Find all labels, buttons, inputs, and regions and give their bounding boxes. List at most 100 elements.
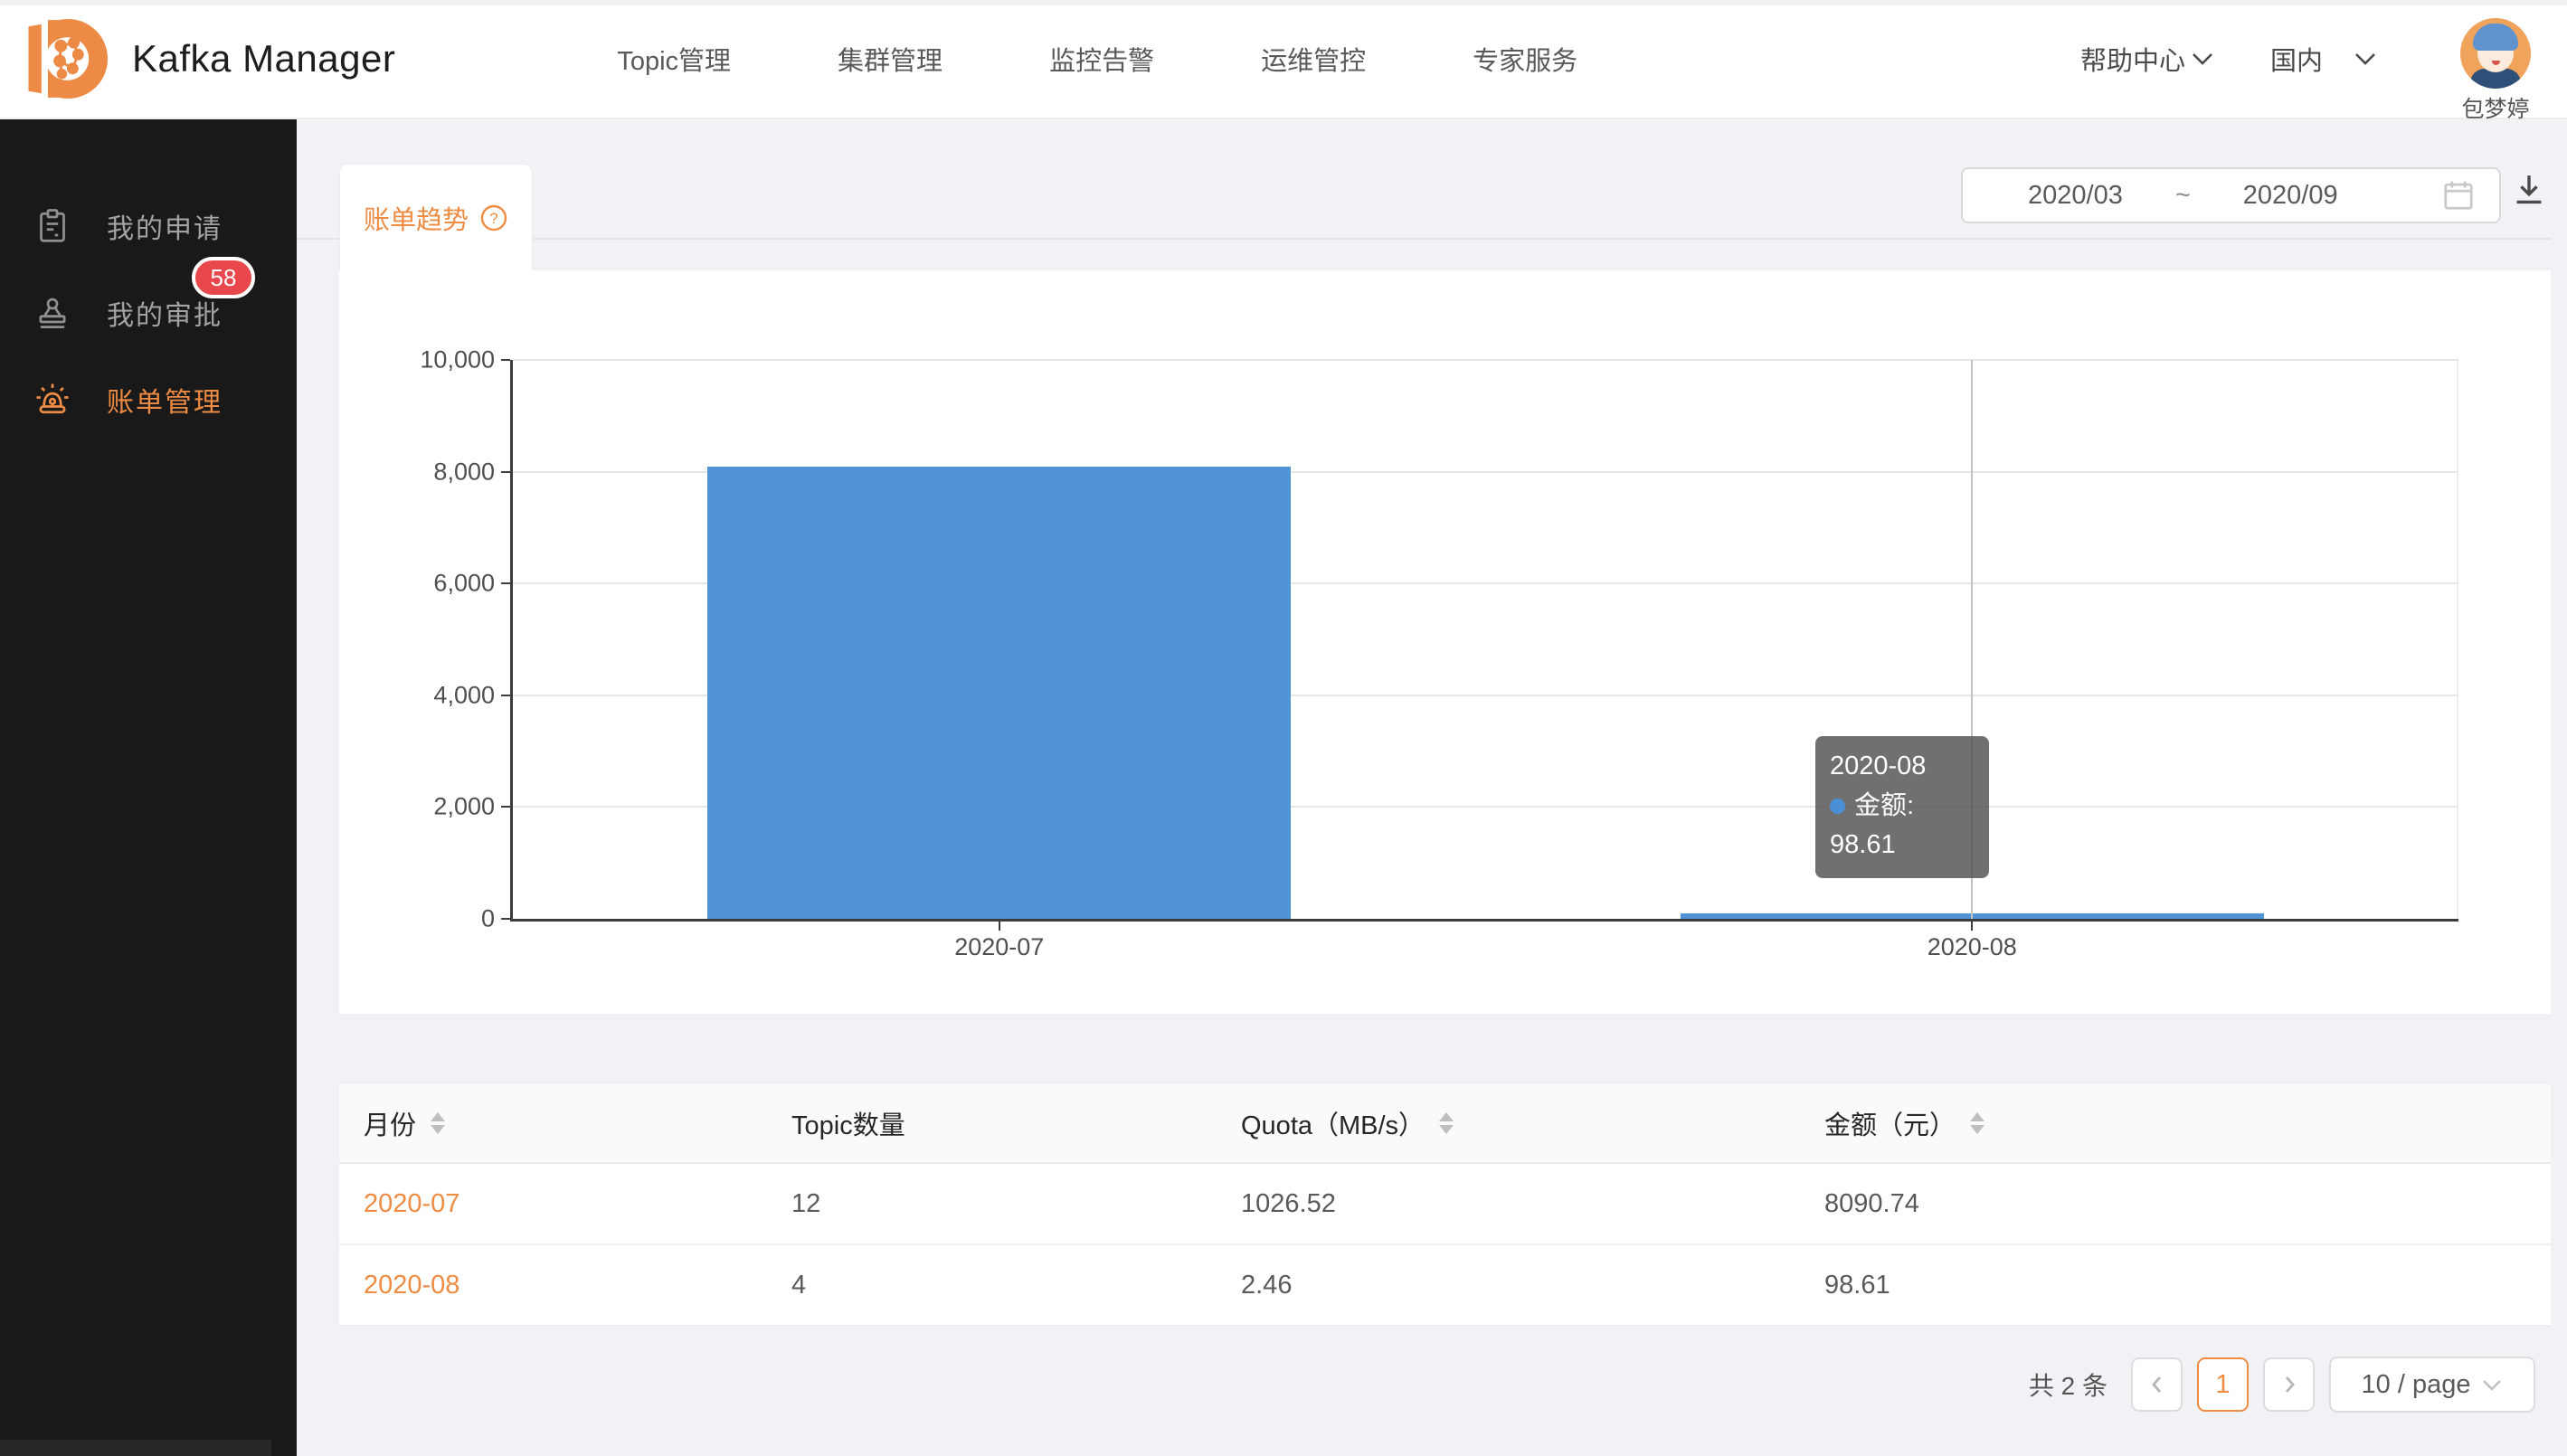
clipboard-icon	[34, 208, 71, 244]
column-header-label: Topic数量	[791, 1104, 905, 1142]
y-axis-tick	[501, 359, 510, 361]
app-header: Kafka Manager Topic管理 集群管理 监控告警 运维管控 专家服…	[0, 0, 2567, 119]
main-content: 账单趋势 ? 2020/03 ~ 2020/09 02,0004,0006,00…	[297, 119, 2567, 1456]
top-edge-strip	[0, 0, 2567, 5]
alarm-icon	[34, 382, 71, 418]
total-count-label: 共 2 条	[2029, 1366, 2108, 1403]
table-cell: 4	[767, 1271, 1217, 1300]
table-row: 2020-0842.4698.61	[339, 1245, 2551, 1327]
help-circle-icon[interactable]: ?	[479, 203, 508, 232]
billing-trend-chart-card: 02,0004,0006,0008,00010,0002020-072020-0…	[339, 270, 2551, 1014]
table-cell: 98.61	[1800, 1271, 2551, 1300]
y-axis-tick-label: 6,000	[433, 570, 495, 598]
chart-tooltip: 2020-08 金额: 98.61	[1815, 736, 1989, 878]
series-dot-icon	[1830, 799, 1845, 814]
stamp-icon	[34, 295, 71, 331]
header-right-cluster: 帮助中心 国内 包梦婷	[2080, 0, 2531, 124]
table-body: 2020-07121026.528090.74 2020-0842.4698.61	[339, 1164, 2551, 1327]
column-header-2[interactable]: Quota（MB/s）	[1217, 1104, 1800, 1142]
download-icon[interactable]	[2509, 170, 2549, 210]
tooltip-value-line: 金额: 98.61	[1830, 787, 1971, 865]
date-end-value[interactable]: 2020/09	[2243, 181, 2338, 211]
calendar-icon	[2441, 178, 2476, 213]
y-gridline	[513, 359, 2458, 361]
table-cell: 12	[767, 1189, 1217, 1219]
tab-billing-trend[interactable]: 账单趋势 ?	[339, 164, 533, 270]
help-center-menu[interactable]: 帮助中心	[2080, 40, 2214, 78]
page-number-button[interactable]: 1	[2197, 1357, 2249, 1412]
avatar[interactable]	[2460, 18, 2531, 89]
y-axis-tick-label: 4,000	[433, 681, 495, 709]
nav-expert-service[interactable]: 专家服务	[1473, 40, 1577, 78]
sidebar-item-my-applications[interactable]: 我的申请	[0, 183, 297, 269]
page-size-select[interactable]: 10 / page	[2329, 1357, 2535, 1413]
sort-carets-icon[interactable]	[1970, 1112, 1984, 1134]
y-axis-tick-label: 8,000	[433, 458, 495, 486]
sidebar-item-my-approvals[interactable]: 我的审批 58	[0, 269, 297, 356]
main-nav: Topic管理 集群管理 监控告警 运维管控 专家服务	[617, 40, 1577, 78]
help-center-label: 帮助中心	[2080, 40, 2185, 78]
sidebar-item-label: 账单管理	[107, 380, 223, 420]
column-header-label: 月份	[364, 1104, 416, 1142]
table-cell: 1026.52	[1217, 1189, 1800, 1219]
y-axis-tick	[501, 695, 510, 696]
y-axis-tick	[501, 918, 510, 920]
user-profile[interactable]: 包梦婷	[2460, 18, 2531, 124]
y-axis-tick	[501, 806, 510, 808]
sidebar: 我的申请 我的审批 58 账单管理	[0, 119, 297, 1456]
x-axis-tick	[1971, 922, 1973, 931]
nav-ops-control[interactable]: 运维管控	[1261, 40, 1366, 78]
chevron-left-icon	[2147, 1373, 2167, 1396]
app-title: Kafka Manager	[132, 37, 395, 80]
svg-text:?: ?	[489, 210, 497, 227]
y-axis-tick-label: 10,000	[420, 346, 495, 374]
date-range-separator: ~	[2175, 181, 2191, 211]
table-cell: 8090.74	[1800, 1189, 2551, 1219]
sidebar-item-label: 我的申请	[107, 206, 223, 246]
nav-monitor-alert[interactable]: 监控告警	[1049, 40, 1154, 78]
chevron-down-icon	[2481, 1378, 2503, 1392]
column-header-3[interactable]: 金额（元）	[1800, 1104, 2551, 1142]
bar-chart-plot-area[interactable]: 02,0004,0006,0008,00010,0002020-072020-0…	[513, 360, 2458, 919]
sort-carets-icon[interactable]	[431, 1112, 445, 1134]
nav-cluster-management[interactable]: 集群管理	[838, 40, 942, 78]
nav-topic-management[interactable]: Topic管理	[617, 40, 731, 78]
chevron-down-icon	[2354, 52, 2377, 66]
table-cell: 2.46	[1217, 1271, 1800, 1300]
billing-table-card: 月份 Topic数量 Quota（MB/s） 金额（元） 2020-07121026.…	[339, 1084, 2551, 1327]
x-axis-tick-label: 2020-08	[1928, 933, 2017, 961]
column-header-label: 金额（元）	[1824, 1104, 1956, 1142]
column-header-label: Quota（MB/s）	[1241, 1104, 1425, 1142]
page-size-value: 10 / page	[2362, 1370, 2471, 1400]
tooltip-title: 2020-08	[1830, 747, 1971, 787]
next-page-button[interactable]	[2263, 1357, 2315, 1412]
table-header-row: 月份 Topic数量 Quota（MB/s） 金额（元）	[339, 1084, 2551, 1164]
y-axis-tick-label: 2,000	[433, 793, 495, 821]
y-axis-tick-label: 0	[481, 905, 495, 933]
date-range-picker[interactable]: 2020/03 ~ 2020/09	[1961, 167, 2501, 223]
user-name: 包梦婷	[2461, 91, 2529, 124]
month-link-cell[interactable]: 2020-08	[339, 1271, 767, 1300]
chevron-right-icon	[2279, 1373, 2299, 1396]
chevron-down-icon	[2191, 52, 2214, 66]
y-axis-line	[510, 360, 513, 919]
chart-bar[interactable]	[707, 467, 1291, 919]
month-link-cell[interactable]: 2020-07	[339, 1189, 767, 1219]
approvals-count-badge: 58	[192, 257, 255, 298]
sidebar-item-billing-management[interactable]: 账单管理	[0, 356, 297, 443]
y-axis-tick	[501, 471, 510, 473]
sidebar-item-label: 我的审批	[107, 293, 223, 333]
sidebar-footer-strip	[0, 1440, 271, 1456]
column-header-0[interactable]: 月份	[339, 1104, 767, 1142]
plot-right-border	[2457, 360, 2458, 919]
sort-carets-icon[interactable]	[1439, 1112, 1454, 1134]
date-start-value[interactable]: 2020/03	[2028, 181, 2123, 211]
y-axis-tick	[501, 582, 510, 584]
tab-label: 账单趋势	[364, 199, 469, 237]
column-header-1: Topic数量	[767, 1104, 1217, 1142]
pagination: 共 2 条 1 10 / page	[2029, 1357, 2535, 1413]
x-axis-line	[510, 919, 2458, 922]
prev-page-button[interactable]	[2131, 1357, 2183, 1412]
app-logo-icon	[22, 14, 109, 104]
region-select[interactable]: 国内	[2270, 40, 2377, 78]
